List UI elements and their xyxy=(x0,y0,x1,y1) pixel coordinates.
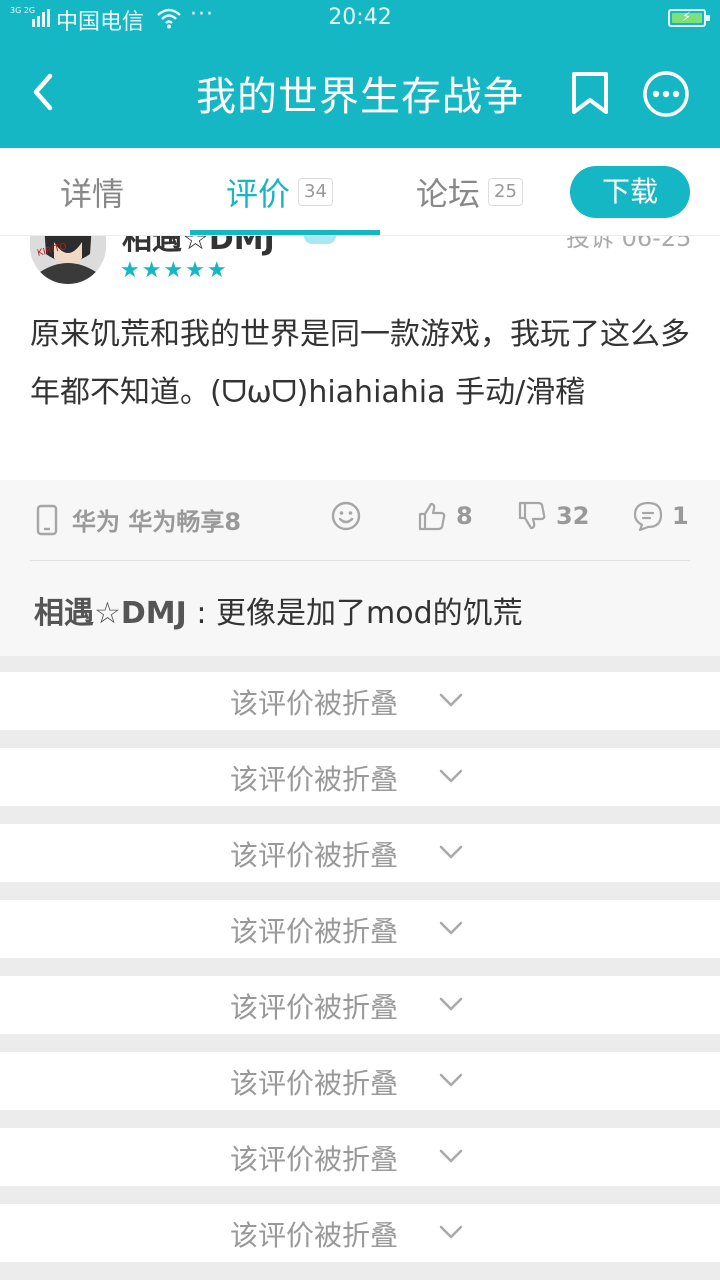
bookmark-button[interactable] xyxy=(568,68,612,118)
folded-review-label: 该评价被折叠 xyxy=(230,1219,399,1252)
dislike-button[interactable]: 32 xyxy=(516,500,589,532)
folded-review-label: 该评价被折叠 xyxy=(230,839,399,872)
folded-review-item[interactable]: 该评价被折叠 xyxy=(0,1052,720,1110)
tab-reviews[interactable]: 评价 34 xyxy=(226,168,333,216)
reply-username[interactable]: 相遇☆DMJ xyxy=(34,596,187,631)
folded-review-item[interactable]: 该评价被折叠 xyxy=(0,748,720,806)
folded-review-label: 该评价被折叠 xyxy=(230,687,399,720)
review-body: 原来饥荒和我的世界是同一款游戏，我玩了这么多年都不知道。(ᗜωᗜ)hiahiah… xyxy=(30,317,690,410)
chevron-down-icon xyxy=(439,769,463,783)
reply-text: 更像是加了mod的饥荒 xyxy=(216,596,523,631)
tab-details[interactable]: 详情 xyxy=(60,168,124,216)
folded-review-label: 该评价被折叠 xyxy=(230,763,399,796)
tab-count-badge: 25 xyxy=(488,178,523,206)
avatar-image: KIRITO xyxy=(30,236,106,284)
chevron-down-icon xyxy=(439,1225,463,1239)
like-count: 8 xyxy=(456,502,473,530)
thumbs-down-icon xyxy=(518,501,546,530)
comment-icon xyxy=(633,501,663,532)
emoji-reaction-button[interactable] xyxy=(330,500,370,532)
folded-review-item[interactable]: 该评价被折叠 xyxy=(0,976,720,1034)
chevron-down-icon xyxy=(439,693,463,707)
folded-review-item[interactable]: 该评价被折叠 xyxy=(0,824,720,882)
thumbs-up-icon xyxy=(418,502,446,531)
reply-button[interactable]: 1 xyxy=(632,500,689,532)
user-level-badge xyxy=(304,236,336,244)
folded-review-label: 该评价被折叠 xyxy=(230,1067,399,1100)
bookmark-icon xyxy=(572,72,608,114)
device-info: 华为 华为畅享8 xyxy=(36,502,241,537)
chevron-down-icon xyxy=(439,921,463,935)
chevron-down-icon xyxy=(439,845,463,859)
folded-review-label: 该评价被折叠 xyxy=(230,1143,399,1176)
folded-review-item[interactable]: 该评价被折叠 xyxy=(0,672,720,730)
back-button[interactable] xyxy=(22,66,66,118)
folded-review-list: 该评价被折叠 该评价被折叠 该评价被折叠 该评价被折叠 该评价被折叠 该评价被折… xyxy=(0,656,720,1280)
folded-review-item[interactable]: 该评价被折叠 xyxy=(0,900,720,958)
tab-label: 论坛 xyxy=(416,175,481,213)
page-title: 我的世界生存战争 xyxy=(196,74,524,120)
folded-review-item[interactable]: 该评价被折叠 xyxy=(0,1204,720,1262)
device-label: 华为 华为畅享8 xyxy=(72,508,242,536)
chevron-left-icon xyxy=(33,73,53,111)
active-tab-indicator xyxy=(190,230,380,235)
clock: 20:42 xyxy=(328,5,392,30)
like-button[interactable]: 8 xyxy=(416,500,473,532)
review-meta: 投诉 06-25 xyxy=(566,236,692,252)
tab-count-badge: 34 xyxy=(298,178,333,206)
more-options-button[interactable] xyxy=(640,68,692,120)
phone-icon xyxy=(36,504,58,535)
more-icon xyxy=(643,71,689,117)
tab-label: 评价 xyxy=(226,175,291,213)
avatar[interactable]: KIRITO xyxy=(30,236,106,284)
rating-stars: ★★★★★ xyxy=(120,258,229,283)
review-card: KIRITO 相遇☆DMJ 投诉 06-25 ★★★★★ 原来饥荒和我的世界是同… xyxy=(0,236,720,656)
folded-review-label: 该评价被折叠 xyxy=(230,991,399,1024)
top-bar: 3G 2G 中国电信 ··· 20:42 ⚡ 我的世界生存战争 xyxy=(0,0,720,148)
reply-item[interactable]: 相遇☆DMJ : 更像是加了mod的饥荒 xyxy=(34,588,523,632)
battery-icon: ⚡ xyxy=(668,9,710,27)
chevron-down-icon xyxy=(439,997,463,1011)
smiley-icon xyxy=(331,501,361,531)
dislike-count: 32 xyxy=(556,502,590,530)
status-bar: 3G 2G 中国电信 ··· 20:42 ⚡ xyxy=(0,0,720,38)
reply-count: 1 xyxy=(672,502,689,530)
reply-separator: : xyxy=(186,596,216,631)
folded-review-item[interactable]: 该评价被折叠 xyxy=(0,1128,720,1186)
tab-label: 详情 xyxy=(60,175,125,213)
divider xyxy=(30,560,690,561)
tab-forum[interactable]: 论坛 25 xyxy=(416,168,523,216)
folded-review-label: 该评价被折叠 xyxy=(230,915,399,948)
chevron-down-icon xyxy=(439,1149,463,1163)
chevron-down-icon xyxy=(439,1073,463,1087)
download-button[interactable]: 下载 xyxy=(570,166,690,218)
review-action-panel: 华为 华为畅享8 8 32 1 相遇☆DMJ: 更像是加了mod的饥荒 xyxy=(0,480,720,656)
review-username[interactable]: 相遇☆DMJ xyxy=(122,236,275,258)
